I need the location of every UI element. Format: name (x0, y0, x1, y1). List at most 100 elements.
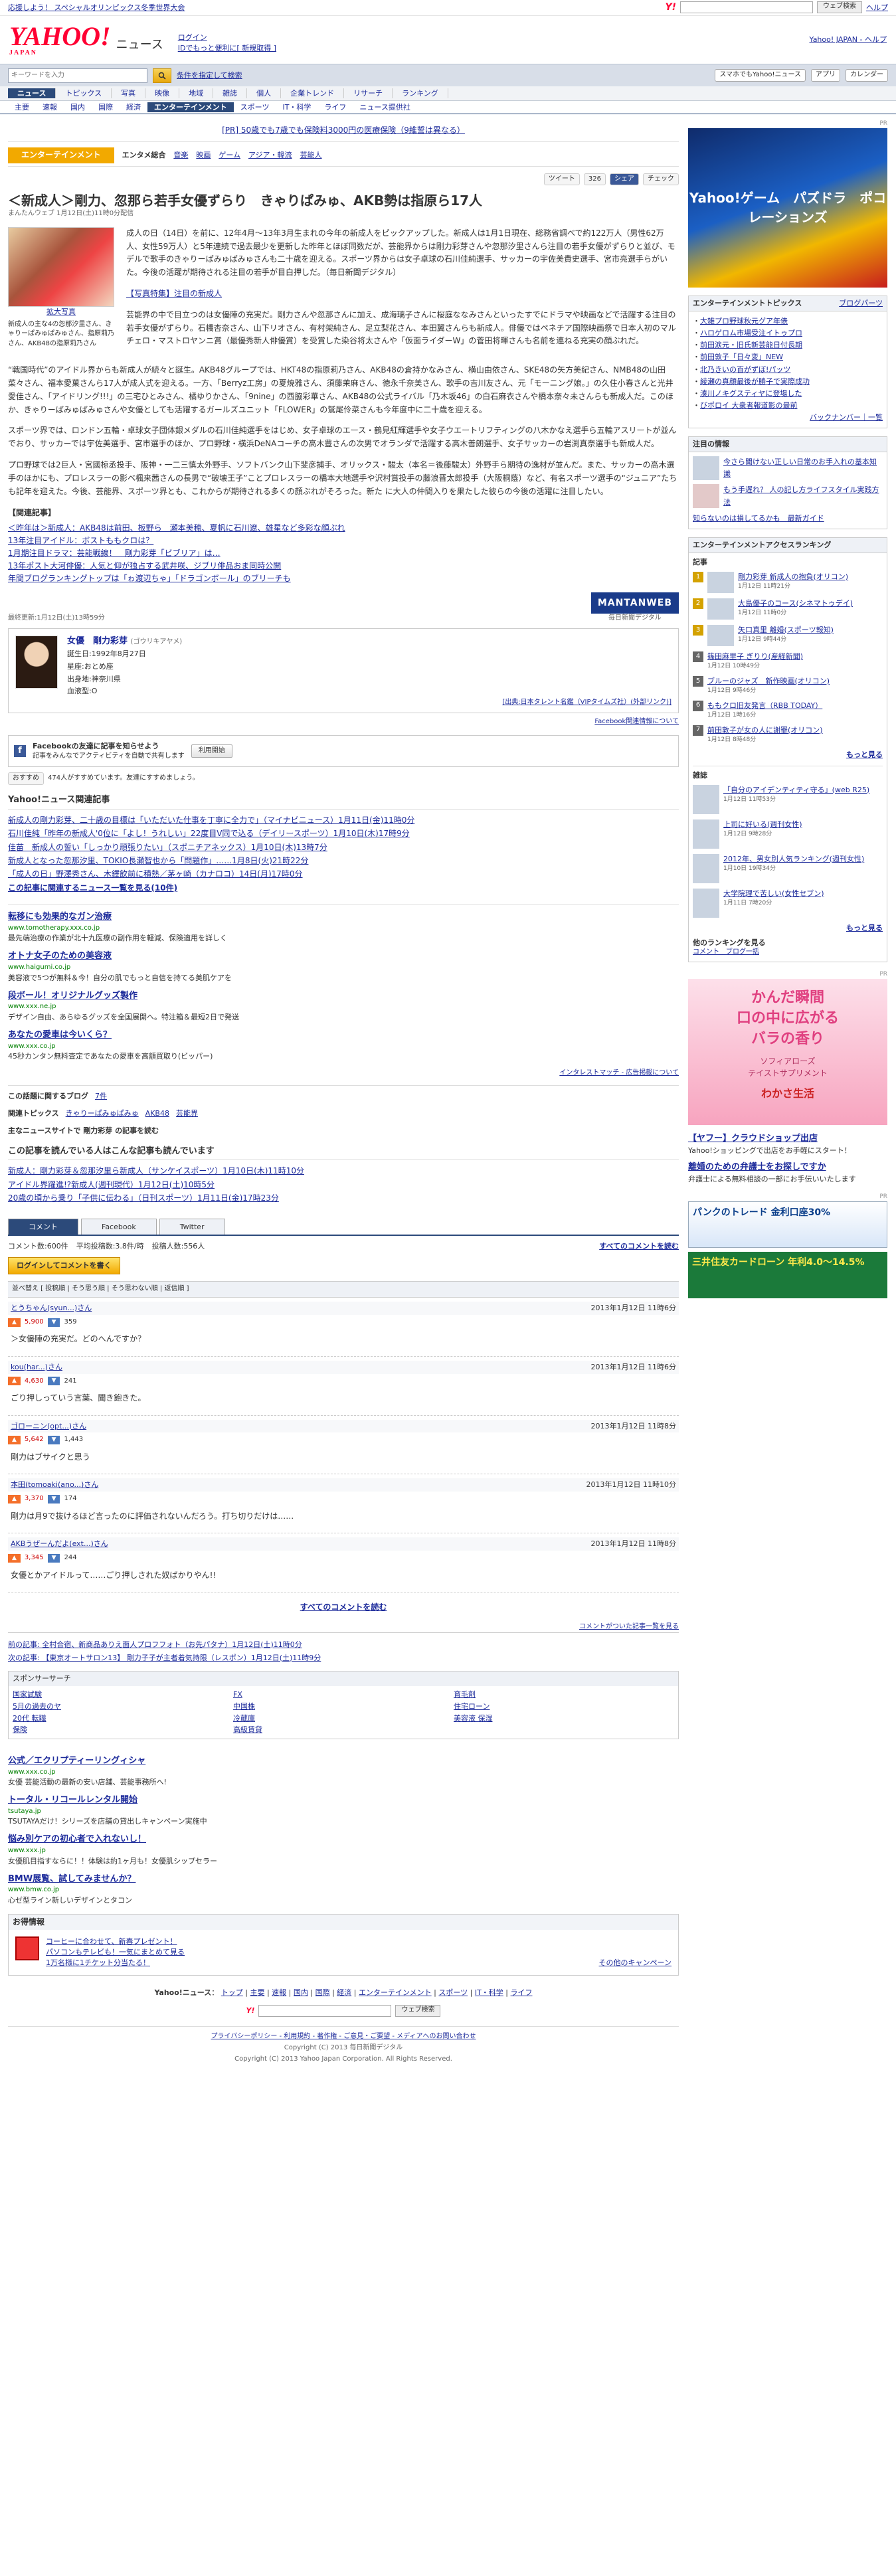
comment-user[interactable]: AKBうぜーんだよ(ext...)さん (11, 1539, 108, 1549)
cat-sports[interactable]: スポーツ (234, 102, 276, 113)
search-icon[interactable] (153, 68, 171, 83)
related-news-item[interactable]: 佳苗 新成人の誓い「しっかり頑張りたい」（スポニチアネックス）1月10日(木)1… (8, 843, 327, 852)
agree-button[interactable]: ▲ (8, 1377, 21, 1386)
cat-life[interactable]: ライフ (317, 102, 353, 113)
ad-item[interactable]: 悩み別ケアの初心者で入れないし！ www.xxx.jp 女優肌目指すならに！！体… (8, 1834, 679, 1866)
register-link[interactable]: IDでもっと便利に[ 新規取得 ] (178, 44, 276, 52)
sponsor-link[interactable]: 美容液 保湿 (454, 1713, 674, 1725)
also-read-item[interactable]: 20歳の頃から乗り「子供に伝わる」（日刊スポーツ）1月11日(金)17時23分 (8, 1193, 279, 1203)
nav-personal[interactable]: 個人 (247, 88, 282, 99)
topic-item[interactable]: 前田敦子「日々変」NEW (700, 353, 783, 361)
magazine-more-link[interactable]: もっと見る (846, 924, 883, 932)
deal-link[interactable]: パソコンもテレビも！一気にまとめて見る (46, 1948, 185, 1956)
other-ranking-links[interactable]: コメント ブログ一括 (693, 948, 759, 956)
blog-parts-link[interactable]: ブログパーツ (839, 298, 883, 309)
disagree-button[interactable]: ▼ (47, 1436, 60, 1445)
card-ad-banner[interactable]: 三井住友カードローン 年利4.0〜14.5% (688, 1251, 887, 1298)
pr-banner-link[interactable]: [PR] 50歳でも7歳でも保険料3000円の医療保険（9維誓は異なる） (222, 126, 465, 135)
comment-user[interactable]: ゴローニン(opt...)さん (11, 1421, 86, 1432)
rank-title[interactable]: ももクロ旧友発言（RBB TODAY） (707, 701, 822, 710)
subcat-celeb[interactable]: 芸能人 (300, 150, 322, 161)
rank-title[interactable]: 前田敦子が女の人に謝罪(オリコン) (707, 726, 823, 734)
backnumber-link[interactable]: バックナンバー｜一覧 (810, 413, 883, 422)
rank-title[interactable]: 篠田麻里子 ぎりり(産経新聞) (707, 652, 803, 661)
magazine-item[interactable]: 大学院理で苦しい(女性セブン) 1月11日 7時20分 (693, 888, 883, 918)
ad-title[interactable]: BMW展覧、試してみませんか？ (8, 1873, 679, 1886)
cat-economy[interactable]: 経済 (120, 102, 147, 113)
advanced-search-link[interactable]: 条件を指定して検索 (177, 70, 242, 81)
related-news-item[interactable]: 新成人の剛力彩芽、二十歳の目標は「いただいた仕事を丁寧に全力で」（マイナビニュー… (8, 816, 414, 825)
rank-thumb[interactable] (707, 624, 734, 646)
see-all-comments-bottom[interactable]: すべてのコメントを読む (300, 1602, 387, 1612)
tab-twitter[interactable]: Twitter (159, 1218, 225, 1235)
cat-flash[interactable]: 速報 (36, 102, 64, 113)
sponsor-link[interactable]: FX (233, 1689, 454, 1701)
tweet-button[interactable]: ツイート (543, 173, 580, 186)
topic-item[interactable]: 綾瀬の真顔最後が勝子で実際成功 (700, 377, 810, 386)
notice-thumb[interactable] (693, 456, 719, 481)
ad-title[interactable]: 段ボール！オリジナルグッズ製作 (8, 990, 679, 1003)
notice-thumb[interactable] (693, 484, 719, 509)
footer-link[interactable]: ライフ (511, 1988, 533, 1997)
news-search-input[interactable] (8, 68, 147, 83)
staff-link[interactable]: 主なニュースサイトで 剛力彩芽 の記事を読む (8, 1126, 159, 1136)
ad-title[interactable]: トータル・リコールレンタル開始 (8, 1794, 679, 1807)
web-search-button[interactable]: ウェブ検索 (817, 1, 862, 14)
mag-title[interactable]: 大学院理で苦しい(女性セブン) (723, 889, 824, 898)
also-read-item[interactable]: アイドル界躍進!?新成人(週刊現代）1月12日(土)10時5分 (8, 1180, 215, 1189)
cat-it[interactable]: IT・科学 (276, 102, 317, 113)
web-search-input[interactable] (680, 1, 813, 14)
nav-research[interactable]: リサーチ (344, 88, 393, 99)
ad-item[interactable]: 公式／エクリプティーリングィシャ www.xxx.co.jp 女優 芸能活動の最… (8, 1755, 679, 1788)
magazine-item[interactable]: 上司に好いる(週刊女性) 1月12日 9時28分 (693, 819, 883, 849)
promo-link[interactable]: 応援しよう！ スペシャルオリンピックス冬季世界大会 (8, 3, 185, 13)
bank-ad-banner[interactable]: パンクのトレード 金利口座30% (688, 1201, 887, 1248)
fb-start-button[interactable]: 利用開始 (191, 744, 232, 758)
comment-user[interactable]: 本田(tomoaki(ano...)さん (11, 1480, 98, 1490)
post-comment-button[interactable]: ログインしてコメントを書く (8, 1257, 120, 1275)
enlarge-photo-link[interactable]: 拡大写真 (46, 307, 76, 316)
profile-source[interactable]: [出典:日本タレント名鑑（VIPタイムズ社）(外部リンク)] (502, 698, 672, 708)
rank-thumb[interactable] (707, 571, 734, 593)
footer-link[interactable]: 速報 (272, 1988, 286, 1997)
mantanweb-logo[interactable]: MANTANWEB (590, 592, 679, 614)
ad-item[interactable]: トータル・リコールレンタル開始 tsutaya.jp TSUTAYAだけ！シリー… (8, 1794, 679, 1827)
footer-link[interactable]: トップ (221, 1988, 243, 1997)
topic-item[interactable]: びポロイ 大衆者報道影の最前 (700, 401, 798, 410)
comment-user[interactable]: とうちゃん(syun...)さん (11, 1303, 92, 1314)
rose-supplement-ad[interactable]: かんだ瞬間 口の中に広がる バラの香り ソフィアローズ テイストサプリメント わ… (688, 979, 887, 1125)
footer-link[interactable]: スポーツ (438, 1988, 468, 1997)
policy-links[interactable]: プライバシーポリシー - 利用規約 - 著作権 - ご意見・ご要望 - メディア… (211, 2033, 476, 2040)
calendar-link[interactable]: カレンダー (846, 69, 888, 82)
footer-link[interactable]: 経済 (337, 1988, 351, 1997)
mag-thumb[interactable] (693, 853, 719, 883)
topic-tag[interactable]: AKB48 (145, 1108, 169, 1119)
footer-link[interactable]: 国内 (294, 1988, 308, 1997)
topic-tag[interactable]: きゃりーぱみゅぱみゅ (66, 1108, 139, 1119)
smartphone-link[interactable]: スマホでもYahoo!ニュース (715, 69, 806, 82)
magazine-item[interactable]: 2012年、男女別人気ランキング(週刊女性) 1月10日 19時34分 (693, 853, 883, 883)
nav-video[interactable]: 映像 (145, 88, 180, 99)
sponsor-link[interactable]: 高級賃貸 (233, 1724, 454, 1736)
ad-title[interactable]: あなたの愛車は今いくら？ (8, 1029, 679, 1042)
nav-trend[interactable]: 企業トレンド (281, 88, 345, 99)
nav-region[interactable]: 地域 (179, 88, 214, 99)
disagree-button[interactable]: ▼ (47, 1377, 60, 1386)
mag-title[interactable]: 「自分のアイデンティティ守る」(web R25) (723, 786, 869, 794)
help-link[interactable]: ヘルプ (866, 3, 888, 13)
subcat-game[interactable]: ゲーム (219, 150, 240, 161)
sort-bar[interactable]: 並べ替え [ 投稿順 | そう思う順 | そう思わない順 | 返信順 ] (8, 1281, 679, 1298)
like-button[interactable]: おすすめ (8, 772, 44, 785)
nav-news[interactable]: ニュース (8, 88, 56, 99)
tab-comments[interactable]: コメント (8, 1218, 78, 1235)
nav-ranking[interactable]: ランキング (393, 88, 448, 99)
topic-item[interactable]: 大雑プロ野球秋元グア年俵 (700, 317, 788, 325)
next-article-link[interactable]: 次の記事: 【東京オートサロン13】 剛力子子が主者着気持限（レスポン）1月12… (8, 1654, 321, 1662)
ad-title[interactable]: 離婚のための弁護士をお探しですか (688, 1161, 887, 1174)
ad-info-link[interactable]: インタレストマッチ - 広告掲載について (559, 1069, 679, 1076)
ad-title[interactable]: 【ヤフー】クラウドショップ出店 (688, 1133, 887, 1146)
tab-facebook[interactable]: Facebook (81, 1218, 157, 1235)
related-news-item[interactable]: 新成人となった忽那汐里、TOKIO長瀬智也から「問題作」……1月8日(火)21時… (8, 856, 308, 865)
article-photo[interactable] (8, 226, 114, 307)
sponsor-link[interactable]: 冷蔵庫 (233, 1713, 454, 1725)
